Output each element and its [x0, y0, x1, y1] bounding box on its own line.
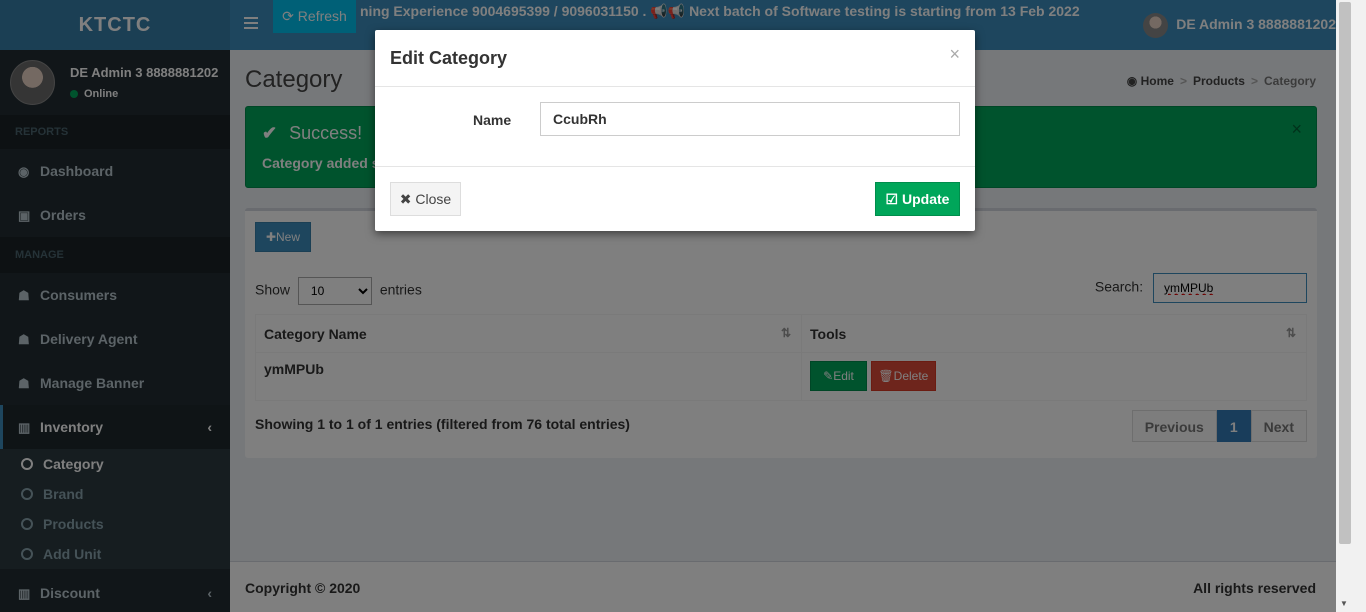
- close-icon[interactable]: ×: [949, 44, 960, 65]
- page-scrollbar[interactable]: ▲ ▼: [1336, 0, 1366, 612]
- update-label: Update: [902, 190, 950, 207]
- close-label: Close: [415, 190, 452, 207]
- edit-category-modal: Edit Category × Name ✖ Close ☑ Update: [375, 30, 975, 231]
- modal-header: Edit Category ×: [375, 30, 975, 87]
- update-button[interactable]: ☑ Update: [875, 182, 960, 216]
- category-name-input[interactable]: [540, 102, 960, 136]
- name-label: Name: [473, 112, 512, 128]
- modal-body: Name: [375, 87, 975, 167]
- scroll-down-icon[interactable]: ▼: [1340, 599, 1348, 608]
- edit-square-icon: ☑: [885, 190, 902, 207]
- modal-title: Edit Category: [390, 48, 508, 68]
- close-icon: ✖: [399, 190, 416, 207]
- close-button[interactable]: ✖ Close: [390, 182, 461, 216]
- scrollbar-thumb[interactable]: [1339, 2, 1351, 544]
